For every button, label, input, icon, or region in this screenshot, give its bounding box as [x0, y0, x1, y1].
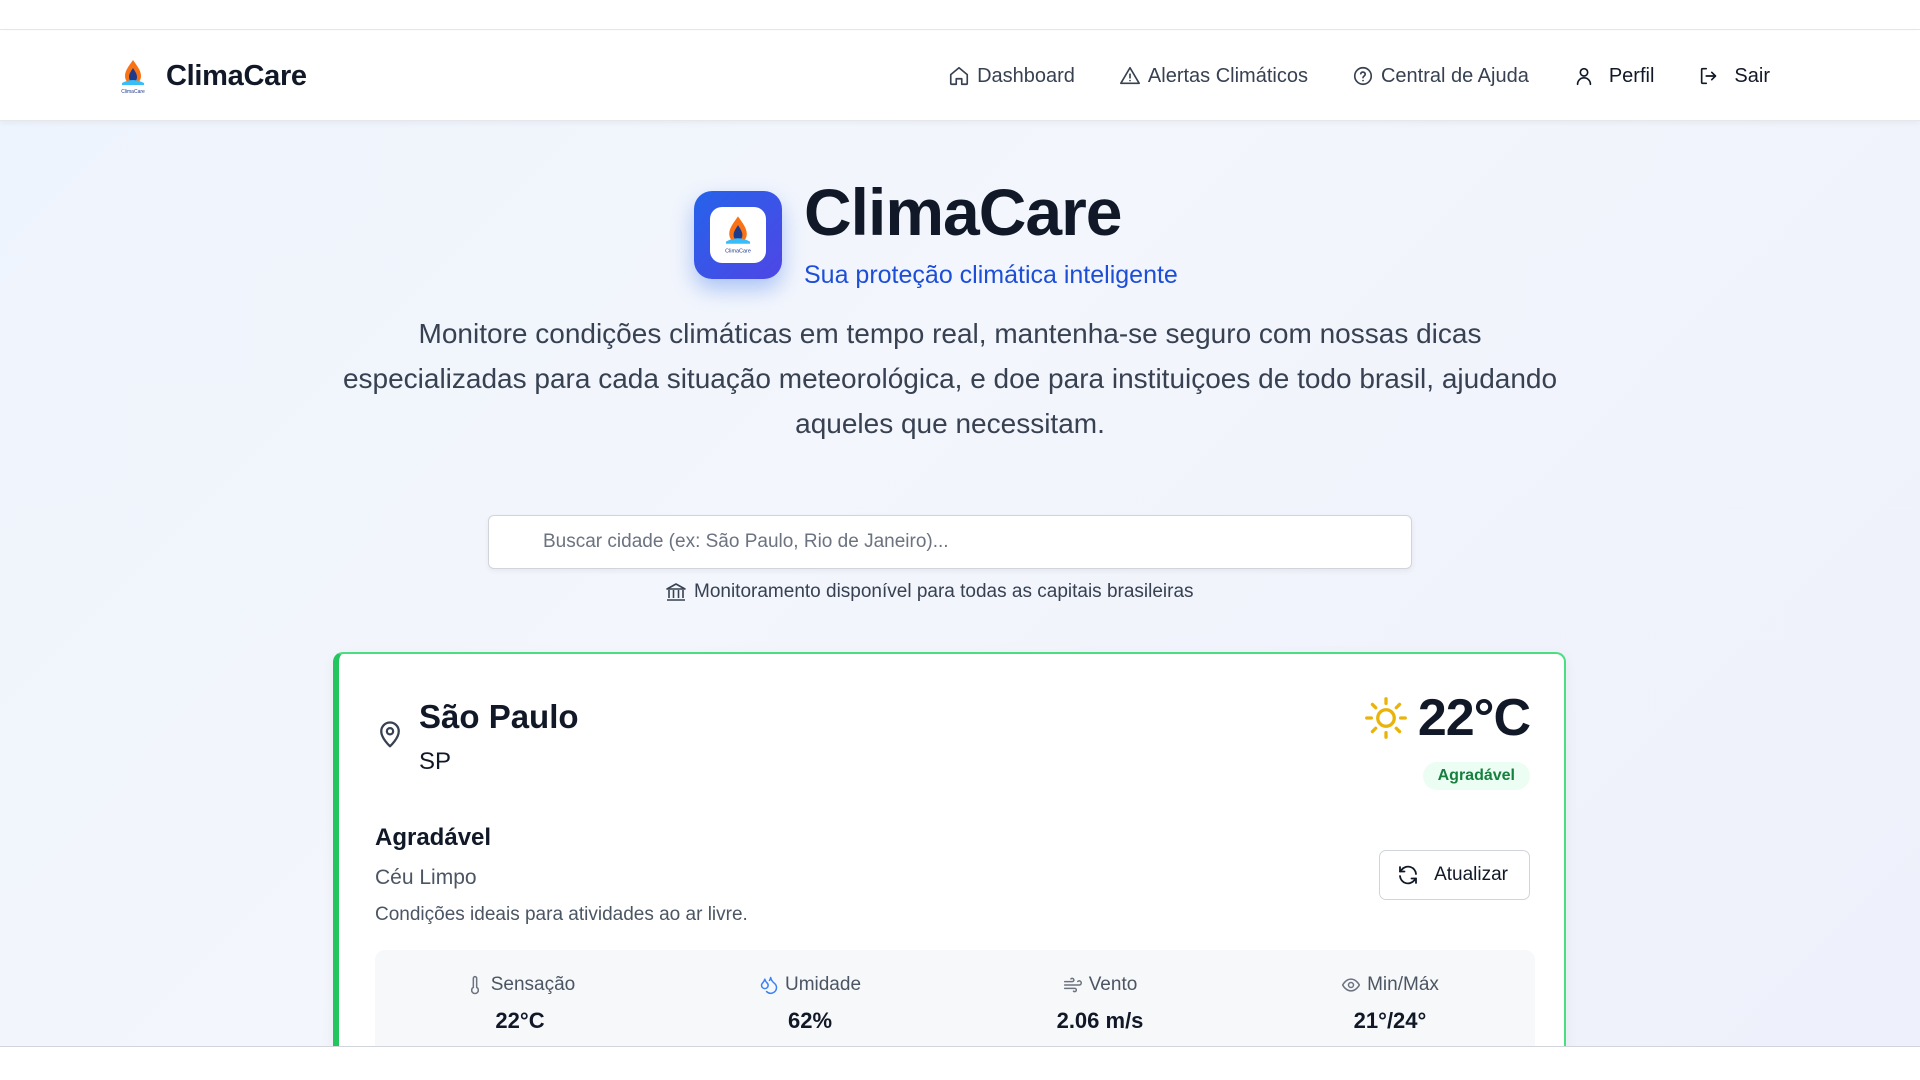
alert-triangle-icon: [1119, 66, 1140, 85]
svg-text:ClimaCare: ClimaCare: [725, 248, 751, 254]
search-input[interactable]: [489, 516, 1411, 568]
stat-min-max-value: 21°/24°: [1353, 1008, 1427, 1033]
map-pin-icon: [380, 721, 400, 748]
temperature-value: 22°C: [1417, 689, 1531, 747]
search-box: [488, 515, 1412, 569]
app-logo-icon: ClimaCare: [112, 55, 154, 97]
main-nav: Dashboard Alertas Climáticos Central de …: [948, 31, 1770, 121]
temperature-box: 22°C Agradável: [1364, 688, 1531, 790]
stat-wind-value: 2.06 m/s: [1056, 1008, 1144, 1033]
main-content: ClimaCare ClimaCare Sua proteção climáti…: [0, 121, 1920, 1046]
bank-icon: [666, 583, 686, 601]
refresh-button[interactable]: Atualizar: [1379, 850, 1530, 900]
brand-name: ClimaCare: [166, 59, 307, 92]
stat-min-max-label: Min/Máx: [1367, 974, 1439, 995]
stat-feels-like: Sensação 22°C: [375, 950, 665, 1046]
brand[interactable]: ClimaCare ClimaCare: [112, 55, 307, 97]
nav-logout-label: Sair: [1734, 64, 1770, 87]
stat-feels-like-label: Sensação: [490, 974, 576, 995]
search-note-text: Monitoramento disponível para todas as c…: [694, 581, 1194, 602]
nav-profile-label: Perfil: [1608, 64, 1655, 87]
city-name: São Paulo: [419, 698, 579, 735]
search-note: Monitoramento disponível para todas as c…: [664, 580, 1194, 604]
condition-title: Agradável: [375, 824, 492, 851]
hero-text: ClimaCare Sua proteção climática intelig…: [804, 179, 1178, 290]
nav-logout[interactable]: Sair: [1698, 65, 1770, 88]
stat-wind: Vento 2.06 m/s: [955, 950, 1245, 1046]
nav-alerts[interactable]: Alertas Climáticos: [1119, 65, 1308, 88]
stat-humidity-label: Umidade: [784, 974, 862, 995]
weather-card: São Paulo SP 22°C Agradável Agradável Cé…: [333, 652, 1566, 1046]
nav-dashboard[interactable]: Dashboard: [948, 65, 1075, 88]
wind-icon: [1063, 977, 1082, 993]
hero-description: Monitore condições climáticas em tempo r…: [342, 318, 1558, 439]
nav-alerts-label: Alertas Climáticos: [1147, 64, 1308, 87]
refresh-label: Atualizar: [1434, 864, 1508, 885]
condition-block: Agradável Céu Limpo Condições ideais par…: [375, 824, 748, 926]
hero-header: ClimaCare ClimaCare Sua proteção climáti…: [694, 179, 1178, 290]
sun-icon: [1364, 697, 1407, 739]
refresh-icon: [1399, 865, 1417, 885]
user-icon: [1576, 67, 1592, 86]
hero-logo-icon: ClimaCare: [694, 190, 782, 279]
help-circle-icon: [1353, 66, 1373, 86]
svg-text:ClimaCare: ClimaCare: [121, 89, 145, 95]
nav-help-label: Central de Ajuda: [1380, 64, 1529, 87]
nav-profile[interactable]: Perfil: [1573, 64, 1655, 88]
weather-stats: Sensação 22°C Umidade 62% Vento 2.06 m/s…: [375, 950, 1535, 1046]
condition-description: Condições ideais para atividades ao ar l…: [375, 904, 748, 925]
hero-title: ClimaCare: [804, 175, 1122, 249]
logout-icon: [1701, 67, 1717, 85]
thermometer-icon: [470, 975, 479, 995]
nav-help[interactable]: Central de Ajuda: [1352, 65, 1529, 88]
droplets-icon: [760, 976, 778, 994]
top-strip: [0, 0, 1920, 30]
stat-wind-label: Vento: [1088, 974, 1138, 995]
home-icon: [949, 66, 969, 86]
stat-min-max: Min/Máx 21°/24°: [1245, 950, 1535, 1046]
eye-icon: [1342, 978, 1361, 992]
condition-subtitle: Céu Limpo: [375, 866, 477, 889]
navbar: ClimaCare ClimaCare Dashboard Alertas Cl…: [0, 31, 1920, 121]
bottom-strip: [0, 1046, 1920, 1080]
nav-dashboard-label: Dashboard: [977, 64, 1075, 87]
hero-subtitle: Sua proteção climática inteligente: [804, 261, 1178, 289]
stat-humidity: Umidade 62%: [665, 950, 955, 1046]
status-badge: Agradável: [1422, 762, 1530, 790]
location: São Paulo SP: [375, 698, 579, 776]
state-code: SP: [419, 748, 452, 775]
stat-humidity-value: 62%: [787, 1008, 833, 1033]
stat-feels-like-value: 22°C: [495, 1008, 545, 1033]
